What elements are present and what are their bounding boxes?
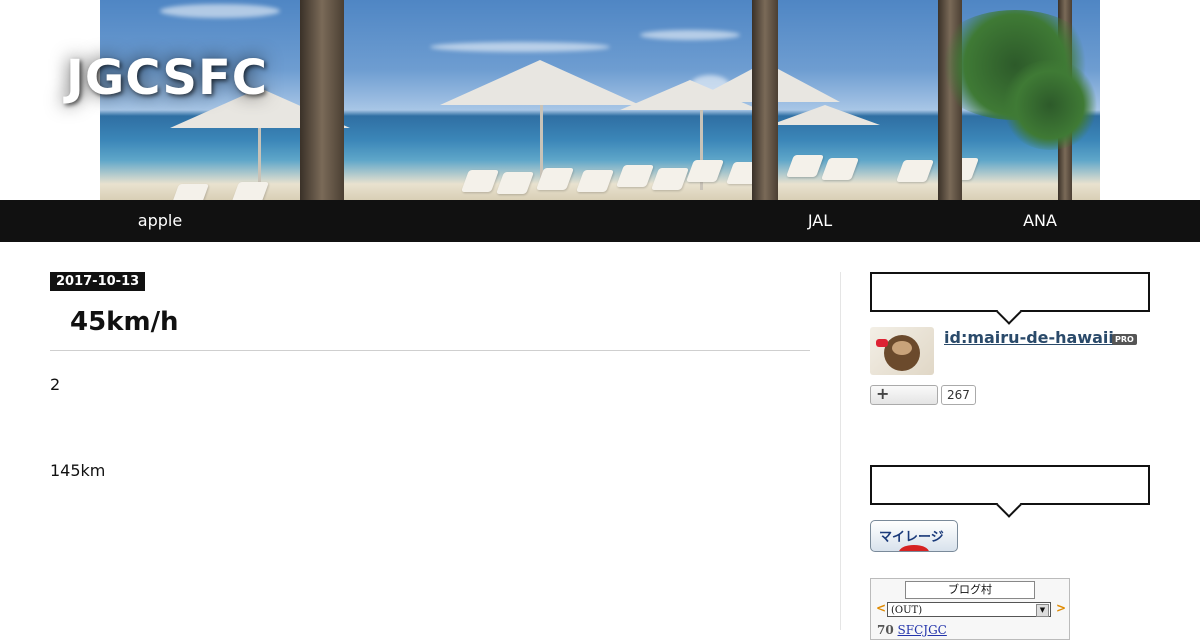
blogmura-widget: ブログ村 < (OUT) ▼ > 70 SFCJGC (870, 578, 1070, 640)
blogmura-select-value: (OUT) (891, 605, 923, 616)
beach-umbrella (770, 105, 880, 125)
blogmura-rank: 70 (877, 623, 894, 637)
palm-trunk (300, 0, 344, 200)
site-title[interactable]: JGCSFC (66, 50, 268, 106)
pro-badge: PRO (1112, 334, 1137, 345)
cloud (160, 4, 280, 18)
profile-id-link[interactable]: id:mairu-de-hawaii (944, 328, 1114, 347)
plus-icon: + (876, 384, 890, 403)
beach-chair (615, 165, 655, 187)
avatar-bear-face (892, 341, 912, 355)
mileage-banner-button[interactable]: マイレージ (870, 520, 958, 552)
blogmura-next-arrow[interactable]: > (1056, 601, 1066, 615)
chevron-down-icon: ▼ (1036, 604, 1049, 617)
sidebar-divider (840, 272, 841, 630)
beach-chair (785, 155, 825, 177)
mileage-logo-mark (899, 545, 929, 551)
follower-count[interactable]: 267 (941, 385, 976, 405)
cloud (430, 42, 610, 52)
blogmura-ranking-item: 70 SFCJGC (877, 623, 947, 637)
beach-chair (650, 168, 690, 190)
beach-chair (460, 170, 500, 192)
blogmura-select[interactable]: (OUT) ▼ (887, 602, 1051, 617)
blogmura-title[interactable]: ブログ村 (905, 581, 1035, 599)
blogmura-ranking-link[interactable]: SFCJGC (898, 623, 947, 637)
beach-chair (575, 170, 615, 192)
nav-item-ana[interactable]: ANA (980, 211, 1100, 230)
entry-date[interactable]: 2017-10-13 (50, 272, 146, 291)
follow-button[interactable]: + (870, 384, 938, 405)
beach-chair (495, 172, 535, 194)
links-module-heading (870, 465, 1150, 505)
entry-paragraph: 2 (50, 375, 61, 394)
beach-chair (170, 184, 210, 200)
cloud (640, 30, 740, 40)
nav-item-jal[interactable]: JAL (760, 211, 880, 230)
entry-title[interactable]: 45km/h (70, 307, 179, 337)
palm-trunk (752, 0, 778, 200)
avatar[interactable] (870, 327, 934, 375)
beach-chair (230, 182, 270, 200)
blogmura-prev-arrow[interactable]: < (876, 601, 886, 615)
beach-chair (895, 160, 935, 182)
category-nav: apple JAL ANA (0, 200, 1200, 242)
nav-item-apple[interactable]: apple (100, 211, 220, 230)
avatar-hat (876, 339, 888, 347)
beach-chair (685, 160, 725, 182)
umbrella-pole (258, 120, 261, 190)
beach-chair (535, 168, 575, 190)
palm-leaves (1000, 60, 1100, 150)
entry-paragraph: 145km (50, 461, 106, 480)
beach-umbrella (440, 60, 640, 105)
mileage-label: マイレージ (879, 530, 944, 545)
beach-chair (820, 158, 860, 180)
title-divider (50, 350, 810, 351)
profile-module-heading (870, 272, 1150, 312)
